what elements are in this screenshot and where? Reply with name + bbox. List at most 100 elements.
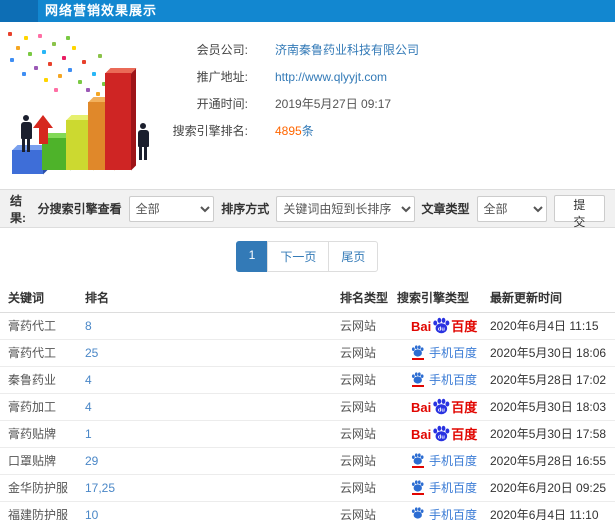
info-row-company: 会员公司: 济南秦鲁药业科技有限公司 bbox=[168, 36, 419, 63]
table-row: 膏药代工 8 云网站 Bai du 百度 2020年6月4日 11:15 bbox=[0, 312, 615, 340]
keyword: 膏药贴牌 bbox=[8, 427, 57, 441]
baidu-paw-icon bbox=[411, 480, 424, 492]
rank-link[interactable]: 10 bbox=[85, 508, 98, 520]
updated-time: 2020年5月30日 17:58 bbox=[490, 427, 607, 441]
rank-link[interactable]: 29 bbox=[85, 454, 98, 468]
red-underline bbox=[411, 358, 424, 360]
updated-time: 2020年5月28日 16:55 bbox=[490, 454, 607, 468]
mobile-baidu-label: 手机百度 bbox=[429, 508, 478, 520]
info-row-url: 推广地址: http://www.qlyyjt.com bbox=[168, 63, 419, 90]
baidu-logo: Bai du 百度 bbox=[411, 425, 478, 442]
table-row: 膏药代工 25 云网站 手机百度 2020年5月30日 18:06 bbox=[0, 339, 615, 367]
svg-text:du: du bbox=[438, 434, 446, 440]
header-engine-type: 搜索引擎类型 bbox=[397, 284, 490, 313]
header-keyword: 关键词 bbox=[0, 284, 85, 313]
rank-type: 云网站 bbox=[340, 508, 377, 520]
keyword: 金华防护服 bbox=[8, 481, 69, 495]
titlebar: 网络营销效果展示 bbox=[0, 0, 615, 22]
pagination-wrap: 1 下一页 尾页 bbox=[0, 228, 615, 284]
mobile-baidu-logo: 手机百度 bbox=[411, 344, 477, 361]
mobile-baidu-label: 手机百度 bbox=[429, 481, 478, 495]
rank-count-label: 搜索引擎排名: bbox=[172, 124, 248, 138]
bar-red bbox=[105, 73, 131, 170]
top-section: 会员公司: 济南秦鲁药业科技有限公司 推广地址: http://www.qlyy… bbox=[0, 22, 615, 189]
header-rank: 排名 bbox=[85, 284, 340, 313]
mobile-baidu-logo: 手机百度 bbox=[411, 452, 477, 469]
updated-time: 2020年6月4日 11:10 bbox=[490, 508, 599, 520]
table-row: 金华防护服 17,25 云网站 手机百度 2020年6月20日 09:25 bbox=[0, 474, 615, 502]
rank-type: 云网站 bbox=[340, 373, 377, 387]
header-updated: 最新更新时间 bbox=[490, 284, 615, 313]
baidu-paw-icon bbox=[411, 453, 424, 465]
info-row-open-time: 开通时间: 2019年5月27日 09:17 bbox=[168, 90, 419, 117]
baidu-paw-icon: du bbox=[433, 317, 450, 334]
mobile-baidu-label: 手机百度 bbox=[429, 454, 478, 468]
sort-label: 排序方式 bbox=[221, 202, 270, 216]
company-label: 会员公司: bbox=[196, 43, 248, 57]
promo-url-link[interactable]: http://www.qlyyjt.com bbox=[275, 70, 387, 84]
engine-filter-label: 分搜索引擎查看 bbox=[37, 202, 122, 216]
mobile-baidu-logo: 手机百度 bbox=[411, 506, 477, 520]
keyword: 口罩贴牌 bbox=[8, 454, 57, 468]
rank-count-unit: 条 bbox=[301, 124, 314, 138]
growth-arrow-icon bbox=[33, 115, 53, 144]
baidu-logo: Bai du 百度 bbox=[411, 317, 478, 334]
member-info-panel: 会员公司: 济南秦鲁药业科技有限公司 推广地址: http://www.qlyy… bbox=[168, 36, 419, 144]
mobile-baidu-label: 手机百度 bbox=[429, 346, 478, 360]
next-page-button[interactable]: 下一页 bbox=[267, 241, 330, 272]
updated-time: 2020年5月30日 18:03 bbox=[490, 400, 607, 414]
confetti-decoration bbox=[8, 32, 12, 36]
engine-filter-select[interactable]: 全部 bbox=[128, 195, 215, 222]
baidu-paw-icon: du bbox=[433, 398, 450, 415]
rank-count-value: 4895条 bbox=[275, 122, 314, 139]
header-rank-type: 排名类型 bbox=[340, 284, 397, 313]
rank-link[interactable]: 4 bbox=[85, 400, 92, 414]
keyword: 膏药加工 bbox=[8, 400, 57, 414]
updated-time: 2020年6月4日 11:15 bbox=[490, 319, 599, 333]
rank-type: 云网站 bbox=[340, 454, 377, 468]
results-table: 关键词 排名 排名类型 搜索引擎类型 最新更新时间 膏药代工 8 云网站 Bai bbox=[0, 284, 615, 520]
table-row: 膏药贴牌 1 云网站 Bai du 百度 2020年5月30日 17:58 bbox=[0, 420, 615, 448]
article-type-select[interactable]: 全部 bbox=[476, 195, 547, 222]
info-row-rank-count: 搜索引擎排名: 4895条 bbox=[168, 117, 419, 144]
table-header-row: 关键词 排名 排名类型 搜索引擎类型 最新更新时间 bbox=[0, 284, 615, 313]
baidu-logo: Bai du 百度 bbox=[411, 398, 478, 415]
marketing-effect-page: 网络营销效果展示 会员公司: 济南秦鲁药业科技有限公司 推广地址: http:/… bbox=[0, 0, 615, 520]
bar-blue bbox=[12, 150, 43, 174]
table-row: 秦鲁药业 4 云网站 手机百度 2020年5月28日 17:02 bbox=[0, 366, 615, 394]
red-underline bbox=[411, 385, 424, 387]
table-row: 口罩贴牌 29 云网站 手机百度 2020年5月28日 16:55 bbox=[0, 447, 615, 475]
filter-controls: 分搜索引擎查看 全部 排序方式 关键词由短到长排序 文章类型 全部 提交 bbox=[37, 195, 606, 229]
open-time-label: 开通时间: bbox=[196, 97, 248, 111]
company-link[interactable]: 济南秦鲁药业科技有限公司 bbox=[275, 41, 419, 58]
keyword: 福建防护服 bbox=[8, 508, 69, 520]
rank-type: 云网站 bbox=[340, 481, 377, 495]
bar-chart-illustration bbox=[0, 28, 175, 186]
businessman-figure-left bbox=[19, 115, 33, 152]
rank-link[interactable]: 4 bbox=[85, 373, 92, 387]
rank-link[interactable]: 8 bbox=[85, 319, 92, 333]
rank-link[interactable]: 17,25 bbox=[85, 481, 115, 495]
mobile-baidu-logo: 手机百度 bbox=[411, 371, 477, 388]
filter-bar: 结果: 分搜索引擎查看 全部 排序方式 关键词由短到长排序 文章类型 全部 提交 bbox=[0, 189, 615, 229]
sort-select[interactable]: 关键词由短到长排序 bbox=[276, 195, 415, 222]
article-type-label: 文章类型 bbox=[421, 202, 470, 216]
rank-type: 云网站 bbox=[340, 346, 377, 360]
page-1-button[interactable]: 1 bbox=[235, 241, 269, 272]
rank-type: 云网站 bbox=[340, 427, 377, 441]
rank-link[interactable]: 25 bbox=[85, 346, 98, 360]
results-section-label: 结果: bbox=[10, 193, 26, 225]
updated-time: 2020年6月20日 09:25 bbox=[490, 481, 607, 495]
businessman-figure-right bbox=[136, 123, 150, 160]
baidu-paw-icon bbox=[411, 345, 424, 357]
keyword: 膏药代工 bbox=[8, 319, 57, 333]
red-underline bbox=[411, 493, 424, 495]
red-underline bbox=[411, 466, 424, 468]
submit-button[interactable]: 提交 bbox=[553, 195, 606, 229]
svg-text:du: du bbox=[438, 407, 446, 413]
rank-link[interactable]: 1 bbox=[85, 427, 92, 441]
last-page-button[interactable]: 尾页 bbox=[328, 241, 379, 272]
rank-type: 云网站 bbox=[340, 400, 377, 414]
page-title: 网络营销效果展示 bbox=[45, 3, 158, 18]
keyword: 膏药代工 bbox=[8, 346, 57, 360]
